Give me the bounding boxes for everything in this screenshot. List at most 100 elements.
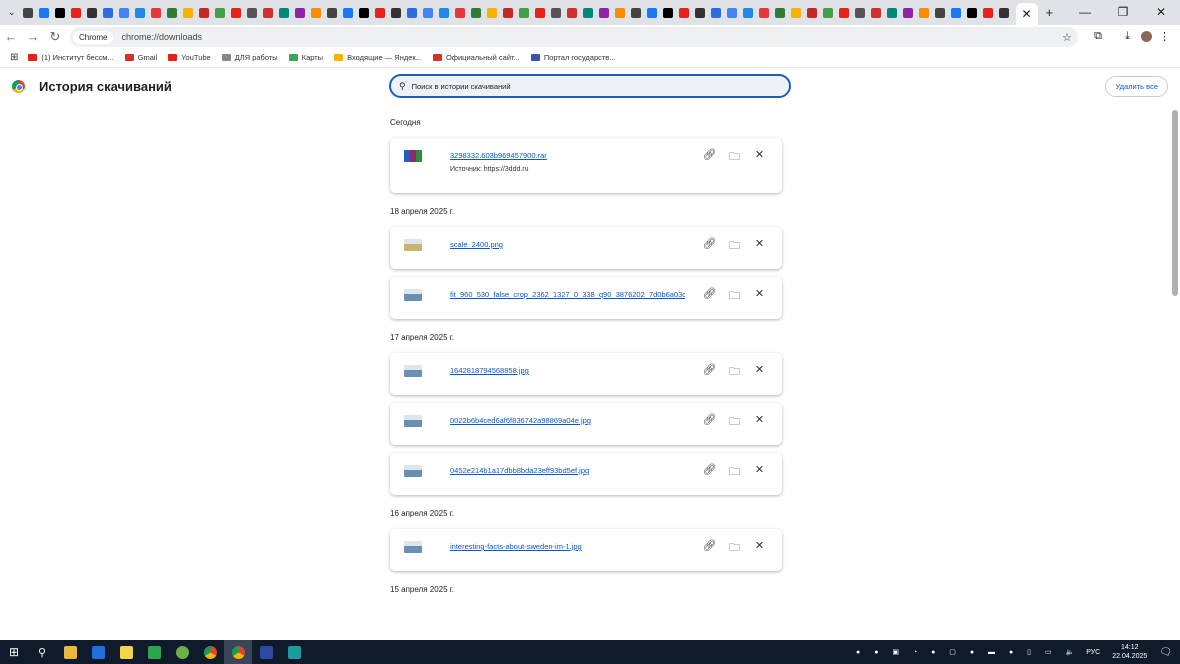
bookmark-star-icon[interactable]: ☆: [1062, 31, 1072, 44]
address-bar[interactable]: Chrome chrome://downloads ☆: [70, 27, 1078, 47]
search-input[interactable]: ⚲ Поиск в истории скачиваний: [389, 74, 791, 98]
explorer-icon[interactable]: [56, 645, 84, 659]
tab-favicon-icon[interactable]: [806, 7, 817, 18]
tab-active[interactable]: ✕: [1015, 3, 1038, 25]
shield-icon[interactable]: [140, 645, 168, 659]
tab-favicon-icon[interactable]: [262, 7, 273, 18]
tab-favicon-icon[interactable]: [870, 7, 881, 18]
tab-search-icon[interactable]: ⌄: [8, 7, 16, 18]
bookmark-item[interactable]: Gmail: [124, 53, 157, 62]
avatar[interactable]: [1141, 31, 1152, 42]
tab-favicon-icon[interactable]: [358, 7, 369, 18]
tab-favicon-icon[interactable]: [246, 7, 257, 18]
tab-favicon-icon[interactable]: [438, 7, 449, 18]
maximize-button[interactable]: ❐: [1104, 0, 1142, 24]
tab-favicon-icon[interactable]: [22, 7, 33, 18]
tab-favicon-icon[interactable]: [150, 7, 161, 18]
tab-favicon-icon[interactable]: [198, 7, 209, 18]
tab-favicon-icon[interactable]: [310, 7, 321, 18]
remove-icon[interactable]: ✕: [747, 287, 772, 306]
tab-favicon-icon[interactable]: [118, 7, 129, 18]
chrome-active-icon[interactable]: [224, 640, 252, 664]
tab-favicon-icon[interactable]: [374, 7, 385, 18]
file-name-link[interactable]: 0022b6b4ced6af6f836742a98869a04e.jpg: [450, 416, 591, 425]
file-name-link[interactable]: fit_960_530_false_crop_2362_1327_0_338_q…: [450, 290, 685, 299]
tab-favicon-icon[interactable]: [278, 7, 289, 18]
tab-favicon-icon[interactable]: [662, 7, 673, 18]
remove-icon[interactable]: ✕: [747, 539, 772, 558]
file-name-link[interactable]: interesting-facts-about-sweden-im-1.jpg: [450, 542, 582, 551]
tab-favicon-icon[interactable]: [966, 7, 977, 18]
tab-favicon-icon[interactable]: [758, 7, 769, 18]
tab-favicon-icon[interactable]: [838, 7, 849, 18]
chrome-icon[interactable]: [196, 645, 224, 659]
bookmark-item[interactable]: Входящие — Яндек...: [334, 53, 422, 62]
bookmark-item[interactable]: (1) Институт бессм...: [28, 53, 114, 62]
tab-favicon-icon[interactable]: [486, 7, 497, 18]
tab-favicon-icon[interactable]: [342, 7, 353, 18]
bookmark-item[interactable]: ДЛЯ работы: [221, 53, 278, 62]
extensions-icon[interactable]: ⧉: [1094, 30, 1102, 43]
tab-favicon-icon[interactable]: [710, 7, 721, 18]
bookmark-item[interactable]: YouTube: [168, 53, 211, 62]
tab-favicon-icon[interactable]: [54, 7, 65, 18]
tab-favicon-icon[interactable]: [182, 7, 193, 18]
start-button[interactable]: ⊞: [0, 645, 28, 659]
tab-favicon-icon[interactable]: [406, 7, 417, 18]
app3-icon[interactable]: [280, 645, 308, 659]
copy-link-icon[interactable]: 🔗︎: [697, 463, 722, 482]
remove-icon[interactable]: ✕: [747, 363, 772, 382]
file-name-link[interactable]: 3298332.603b969457900.rar: [450, 151, 547, 160]
tab-favicon-icon[interactable]: [822, 7, 833, 18]
clock[interactable]: 14:12 22.04.2025: [1112, 643, 1147, 661]
tab-favicon-icon[interactable]: [982, 7, 993, 18]
tab-favicon-icon[interactable]: [902, 7, 913, 18]
tab-favicon-icon[interactable]: [294, 7, 305, 18]
scrollbar[interactable]: [1172, 110, 1178, 296]
tab-favicon-icon[interactable]: [742, 7, 753, 18]
search-taskbar-icon[interactable]: ⚲: [28, 646, 56, 659]
remove-icon[interactable]: ✕: [747, 237, 772, 256]
tab-favicon-icon[interactable]: [726, 7, 737, 18]
tab-favicon-icon[interactable]: [646, 7, 657, 18]
show-in-folder-icon[interactable]: 🗀: [722, 413, 747, 432]
back-button[interactable]: ←: [0, 29, 22, 44]
notifications-icon[interactable]: 🗨: [1159, 647, 1172, 658]
show-in-folder-icon[interactable]: 🗀: [722, 287, 747, 306]
tab-favicon-icon[interactable]: [582, 7, 593, 18]
close-window-button[interactable]: ✕: [1142, 0, 1180, 24]
remove-icon[interactable]: ✕: [747, 463, 772, 482]
copy-link-icon[interactable]: 🔗︎: [697, 237, 722, 256]
tab-favicon-icon[interactable]: [502, 7, 513, 18]
tab-favicon-icon[interactable]: [38, 7, 49, 18]
url-text[interactable]: chrome://downloads: [121, 32, 202, 42]
forward-button[interactable]: →: [22, 29, 44, 44]
tab-favicon-icon[interactable]: [630, 7, 641, 18]
app2-icon[interactable]: [252, 645, 280, 659]
tab-favicon-icon[interactable]: [614, 7, 625, 18]
tab-favicon-icon[interactable]: [886, 7, 897, 18]
apps-icon[interactable]: ⊞: [10, 52, 18, 63]
language-indicator[interactable]: РУС: [1086, 649, 1100, 656]
remove-icon[interactable]: ✕: [747, 413, 772, 432]
torrent-icon[interactable]: [168, 645, 196, 659]
file-name-link[interactable]: 0452e214b1a17dbb8bda23eff93bd5ef.jpg: [450, 466, 589, 475]
show-in-folder-icon[interactable]: 🗀: [722, 463, 747, 482]
tab-close-icon[interactable]: ✕: [1022, 7, 1032, 21]
tab-favicon-icon[interactable]: [326, 7, 337, 18]
notes-icon[interactable]: [112, 645, 140, 659]
tab-favicon-icon[interactable]: [934, 7, 945, 18]
tab-favicon-icon[interactable]: [454, 7, 465, 18]
tab-favicon-icon[interactable]: [470, 7, 481, 18]
show-in-folder-icon[interactable]: 🗀: [722, 363, 747, 382]
file-name-link[interactable]: 1642818794568858.jpg: [450, 366, 529, 375]
new-tab-button[interactable]: +: [1046, 5, 1054, 20]
tab-favicon-icon[interactable]: [166, 7, 177, 18]
tab-favicon-icon[interactable]: [694, 7, 705, 18]
tray-icons[interactable]: ● ● ▣ ◔ ● ▢ ● ▬ ● ▯ ▭ 🔈: [856, 648, 1080, 656]
download-icon[interactable]: ⤓: [1125, 30, 1130, 43]
tab-favicon-icon[interactable]: [678, 7, 689, 18]
tab-favicon-icon[interactable]: [950, 7, 961, 18]
tab-favicon-icon[interactable]: [550, 7, 561, 18]
tab-favicon-icon[interactable]: [134, 7, 145, 18]
